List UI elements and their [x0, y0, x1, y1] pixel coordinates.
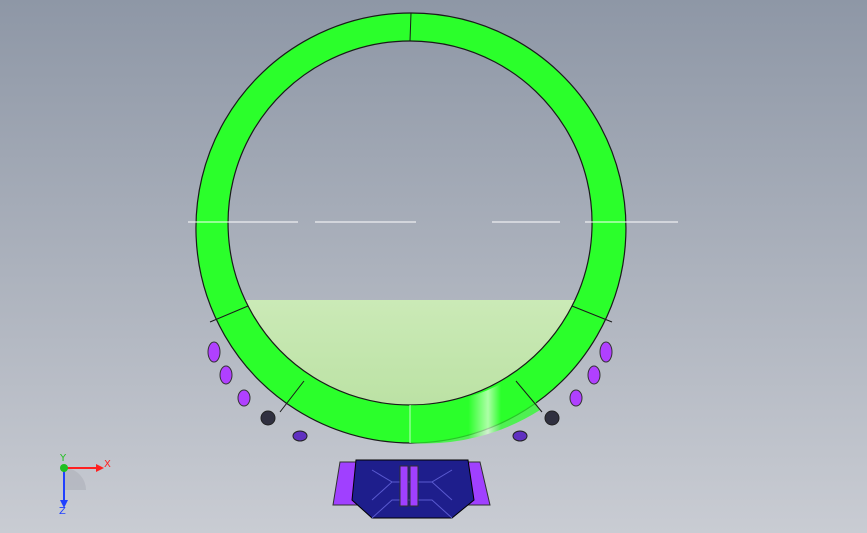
x-axis-label: X: [104, 459, 111, 470]
z-axis-label: Z: [59, 506, 66, 516]
side-stone-r5: [512, 430, 528, 442]
side-stone-r3: [569, 389, 583, 407]
graphics-viewport[interactable]: X Z Y: [0, 0, 867, 533]
side-stone-l2: [219, 365, 233, 385]
side-stone-r2: [587, 365, 601, 385]
reference-triad: X Z Y: [59, 453, 111, 516]
prong-left: [399, 465, 409, 507]
viewport-background: [0, 0, 867, 533]
prong-right: [409, 465, 419, 507]
side-stone-r1: [599, 341, 613, 363]
side-stone-l5: [292, 430, 308, 442]
y-axis-point: [60, 464, 68, 472]
x-axis-arrow: [96, 464, 104, 472]
y-axis-label: Y: [59, 453, 67, 464]
side-stone-l1: [207, 341, 221, 363]
model-scene[interactable]: [0, 0, 867, 533]
side-stone-r4: [544, 410, 560, 426]
triad-quadrant: [64, 468, 86, 490]
side-stone-l3: [237, 389, 251, 407]
side-stone-l4: [260, 410, 276, 426]
